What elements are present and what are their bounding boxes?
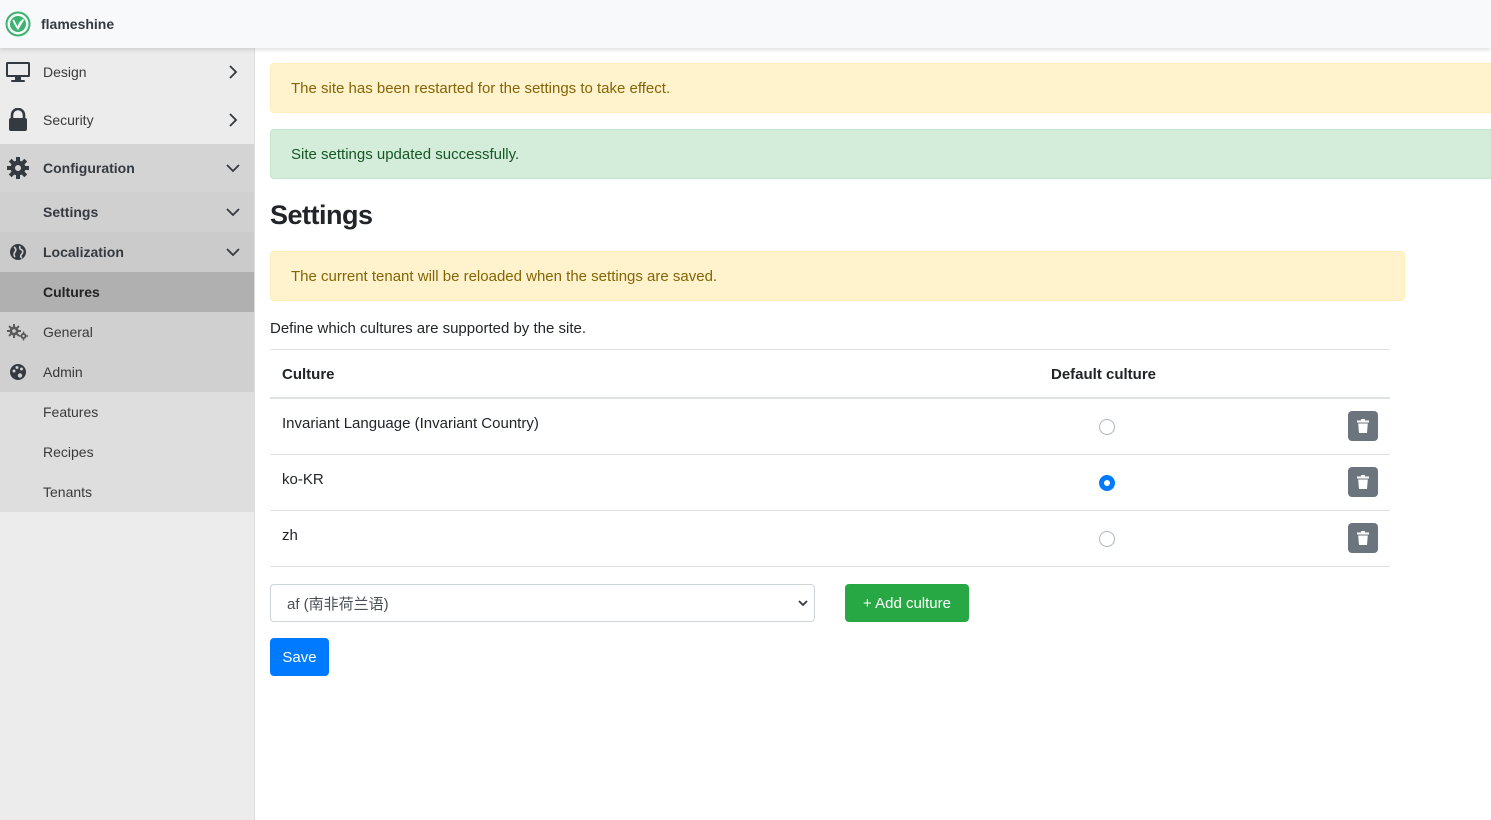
flameshine-logo-icon (5, 11, 31, 37)
culture-select[interactable]: af (南非荷兰语) (270, 584, 815, 622)
sidebar-item-cultures[interactable]: Cultures (0, 272, 254, 312)
sidebar-item-design[interactable]: Design (0, 48, 254, 96)
table-row: ko-KR (270, 455, 1390, 511)
table-row: zh (270, 511, 1390, 567)
sidebar-item-label: Recipes (43, 444, 94, 460)
column-header-default-culture: Default culture (1051, 366, 1157, 383)
alert-text: The site has been restarted for the sett… (291, 79, 671, 97)
trash-icon (1357, 419, 1369, 433)
default-culture-radio[interactable] (1099, 531, 1115, 547)
globe-icon (5, 240, 31, 264)
sidebar-item-recipes[interactable]: Recipes (0, 432, 254, 472)
save-button[interactable]: Save (270, 638, 329, 676)
sidebar-item-localization[interactable]: Localization (0, 232, 254, 272)
brand[interactable]: flameshine (0, 11, 114, 37)
sidebar-item-features[interactable]: Features (0, 392, 254, 432)
alert-text: The current tenant will be reloaded when… (291, 267, 718, 285)
sidebar-item-tenants[interactable]: Tenants (0, 472, 254, 512)
sidebar-item-label: Configuration (43, 160, 135, 176)
chevron-down-icon (226, 245, 240, 259)
sidebar-item-label: General (43, 324, 93, 340)
chevron-down-icon (226, 161, 240, 175)
cultures-hint: Define which cultures are supported by t… (270, 320, 587, 337)
sidebar-item-label: Admin (43, 364, 83, 380)
sidebar-item-label: Design (43, 64, 87, 80)
sidebar-item-label: Features (43, 404, 99, 420)
sidebar-item-security[interactable]: Security (0, 96, 254, 144)
gears-icon (5, 320, 31, 344)
tenant-reload-alert: The current tenant will be reloaded when… (270, 251, 1405, 301)
delete-culture-button[interactable] (1348, 411, 1378, 441)
chevron-down-icon (798, 600, 808, 607)
success-alert: Site settings updated successfully. (270, 129, 1491, 179)
sidebar-item-label: Localization (43, 244, 124, 260)
monitor-icon (5, 60, 31, 84)
alert-text: Site settings updated successfully. (291, 145, 520, 163)
sidebar: Design Security Configuration Settings L… (0, 48, 255, 820)
sidebar-item-label: Tenants (43, 484, 93, 500)
delete-culture-button[interactable] (1348, 467, 1378, 497)
sidebar-item-label: Settings (43, 204, 99, 220)
trash-icon (1357, 475, 1369, 489)
column-header-culture: Culture (282, 366, 335, 383)
add-culture-button[interactable]: + Add culture (845, 584, 969, 622)
sidebar-item-admin[interactable]: Admin (0, 352, 254, 392)
sidebar-item-label: Security (43, 112, 94, 128)
chevron-down-icon (226, 205, 240, 219)
chevron-right-icon (226, 65, 240, 79)
default-culture-radio[interactable] (1099, 419, 1115, 435)
gear-icon (5, 156, 31, 180)
top-navbar: flameshine (0, 0, 1491, 48)
lock-icon (5, 108, 31, 132)
delete-culture-button[interactable] (1348, 523, 1378, 553)
chevron-right-icon (226, 113, 240, 127)
table-row: Invariant Language (Invariant Country) (270, 399, 1390, 455)
sidebar-item-label: Cultures (43, 284, 100, 300)
sidebar-item-settings[interactable]: Settings (0, 192, 254, 232)
culture-name: ko-KR (282, 471, 324, 488)
table-header: Culture Default culture (270, 349, 1390, 399)
cultures-table: Culture Default culture Invariant Langua… (270, 349, 1390, 567)
palette-icon (5, 360, 31, 384)
sidebar-item-general[interactable]: General (0, 312, 254, 352)
page-title: Settings (270, 200, 373, 230)
trash-icon (1357, 531, 1369, 545)
culture-select-value: af (南非荷兰语) (287, 595, 389, 613)
default-culture-radio[interactable] (1099, 475, 1115, 491)
culture-name: zh (282, 527, 298, 544)
restart-alert: The site has been restarted for the sett… (270, 63, 1491, 113)
culture-name: Invariant Language (Invariant Country) (282, 415, 539, 432)
brand-name: flameshine (41, 16, 115, 32)
sidebar-item-configuration[interactable]: Configuration (0, 144, 254, 192)
